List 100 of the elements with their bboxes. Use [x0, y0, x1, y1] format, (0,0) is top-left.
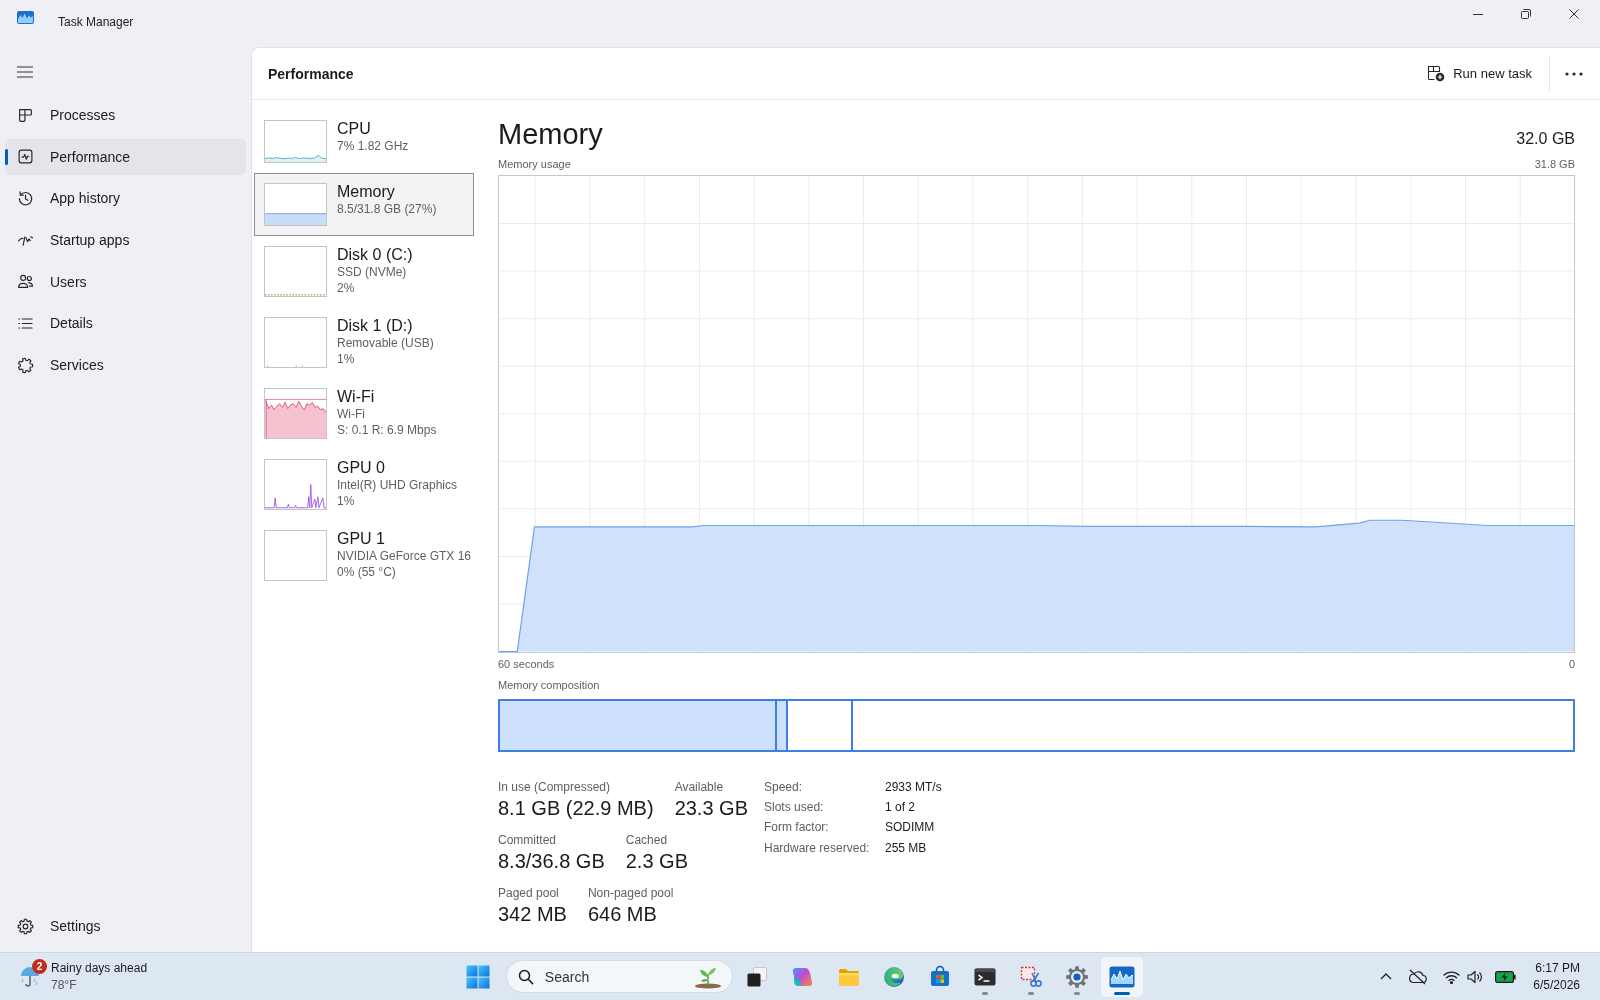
usage-graph-thumbnail [264, 529, 327, 581]
spec-value: 255 MB [885, 839, 928, 857]
chevron-up-icon[interactable] [1380, 973, 1393, 980]
device-list-item[interactable]: Memory 8.5/31.8 GB (27%) [254, 172, 474, 236]
device-detail: S: 0.1 R: 6.9 Mbps [337, 422, 437, 439]
spec-value: 2933 MT/s [885, 778, 942, 796]
history-icon [17, 189, 34, 207]
device-name: Disk 0 (C:) [337, 245, 413, 264]
graph-label: Memory usage [498, 157, 571, 171]
search-icon [517, 968, 534, 985]
composition-label: Memory composition [498, 678, 600, 692]
nav-item[interactable]: Settings [5, 908, 246, 944]
cloud-off-icon[interactable] [1408, 968, 1428, 985]
device-name: CPU [337, 119, 371, 138]
graph-start-label: 60 seconds [498, 656, 555, 671]
device-list-item[interactable]: Disk 1 (D:) Removable (USB) 1% [254, 306, 474, 378]
menu-icon [17, 66, 33, 78]
device-detail: Intel(R) UHD Graphics [337, 476, 458, 493]
overlapping-windows-icon [745, 964, 770, 989]
page-title: Performance [268, 65, 354, 82]
notification-badge: 2 [32, 958, 47, 974]
window-add-icon [1427, 65, 1446, 82]
usage-graph-thumbnail [264, 182, 327, 226]
weather-widget[interactable]: 2 Rainy days ahead 78°F [16, 956, 154, 997]
usage-graph-thumbnail [264, 458, 327, 510]
graph-max-label: 31.8 GB [1534, 157, 1575, 171]
nav-item[interactable]: Services [5, 347, 246, 384]
clock-time[interactable]: 6:17 PM [1535, 959, 1580, 977]
stat-label: In use (Compressed) [498, 778, 611, 795]
cog-icon [17, 356, 34, 374]
four-tiles-icon [465, 964, 490, 989]
battery-charging-icon[interactable] [1495, 970, 1517, 983]
device-detail: Wi-Fi [337, 405, 365, 422]
spec-value: 1 of 2 [885, 798, 917, 816]
usage-graph-thumbnail [264, 245, 327, 297]
window-title: Task Manager [58, 14, 134, 30]
search-field[interactable]: Search [544, 966, 683, 987]
device-name: Wi-Fi [337, 387, 375, 406]
stat-value: 8.1 GB (22.9 MB) [498, 795, 654, 821]
stat-label: Available [674, 778, 724, 795]
nav-item[interactable]: Processes [5, 97, 246, 133]
panes-icon [17, 106, 34, 124]
device-detail: 1% [337, 351, 355, 368]
stat-value: 2.3 GB [625, 848, 688, 874]
device-name: Memory [337, 182, 395, 201]
resource-title: Memory [498, 116, 603, 152]
search-bar[interactable]: Search [505, 960, 733, 993]
chart-tile-icon [17, 11, 34, 24]
device-detail: NVIDIA GeForce GTX 16 [337, 547, 472, 564]
device-list-item[interactable]: GPU 0 Intel(R) UHD Graphics 1% [254, 448, 474, 520]
device-detail: 1% [337, 493, 355, 510]
chart-tile-icon [1109, 965, 1136, 988]
run-new-task-button[interactable]: Run new task [1417, 56, 1542, 91]
device-list-item[interactable]: GPU 1 NVIDIA GeForce GTX 16 0% (55 °C) [254, 519, 474, 591]
device-list-item[interactable]: CPU 7% 1.82 GHz [254, 109, 474, 173]
selection-indicator [5, 148, 8, 165]
settings-icon [17, 917, 34, 935]
device-detail: 8.5/31.8 GB (27%) [337, 200, 437, 217]
device-name: GPU 0 [337, 458, 385, 477]
graph-end-label: 0 [1568, 656, 1575, 671]
spec-label: Slots used: [764, 798, 825, 816]
device-detail: 2% [337, 280, 355, 297]
nav-item[interactable]: Details [5, 305, 246, 342]
users-icon [17, 273, 34, 291]
device-name: Disk 1 (D:) [337, 316, 413, 335]
device-name: GPU 1 [337, 529, 385, 548]
nav-item[interactable]: Users [5, 263, 246, 300]
stat-value: 646 MB [587, 901, 657, 927]
usage-graph-thumbnail [264, 119, 327, 163]
minimize-icon [1473, 13, 1483, 15]
swirl-icon [882, 964, 907, 989]
stat-value: 342 MB [498, 901, 567, 927]
stat-value: 8.3/36.8 GB [498, 848, 605, 874]
stat-value: 23.3 GB [674, 795, 748, 821]
stat-label: Non-paged pool [587, 884, 674, 901]
stat-label: Paged pool [498, 884, 559, 901]
device-detail: Removable (USB) [337, 334, 434, 351]
nav-item[interactable]: Startup apps [5, 222, 246, 259]
restore-icon [1521, 9, 1531, 19]
weather-temperature: 78°F [51, 976, 77, 993]
device-list-item[interactable]: Disk 0 (C:) SSD (NVMe) 2% [254, 235, 474, 307]
settings-icon [1064, 964, 1089, 989]
more-icon [1565, 71, 1583, 76]
close-icon [1569, 9, 1579, 19]
wifi-icon[interactable] [1443, 969, 1461, 984]
volume-icon[interactable] [1467, 969, 1484, 984]
device-detail: 7% 1.82 GHz [337, 137, 409, 154]
total-capacity: 32.0 GB [1516, 129, 1575, 148]
spec-label: Form factor: [764, 819, 830, 837]
device-list-item[interactable]: Wi-Fi Wi-Fi S: 0.1 R: 6.9 Mbps [254, 377, 474, 449]
nav-item[interactable]: App history [5, 180, 246, 217]
usage-graph-thumbnail [264, 316, 327, 368]
device-detail: 0% (55 °C) [337, 564, 396, 581]
stat-label: Committed [498, 831, 556, 848]
stat-label: Cached [625, 831, 668, 848]
spec-value: SODIMM [885, 819, 936, 837]
spec-label: Speed: [764, 778, 804, 796]
clock-date[interactable]: 6/5/2026 [1533, 976, 1580, 994]
weather-title: Rainy days ahead [51, 960, 148, 977]
nav-item[interactable]: Performance [5, 138, 246, 175]
